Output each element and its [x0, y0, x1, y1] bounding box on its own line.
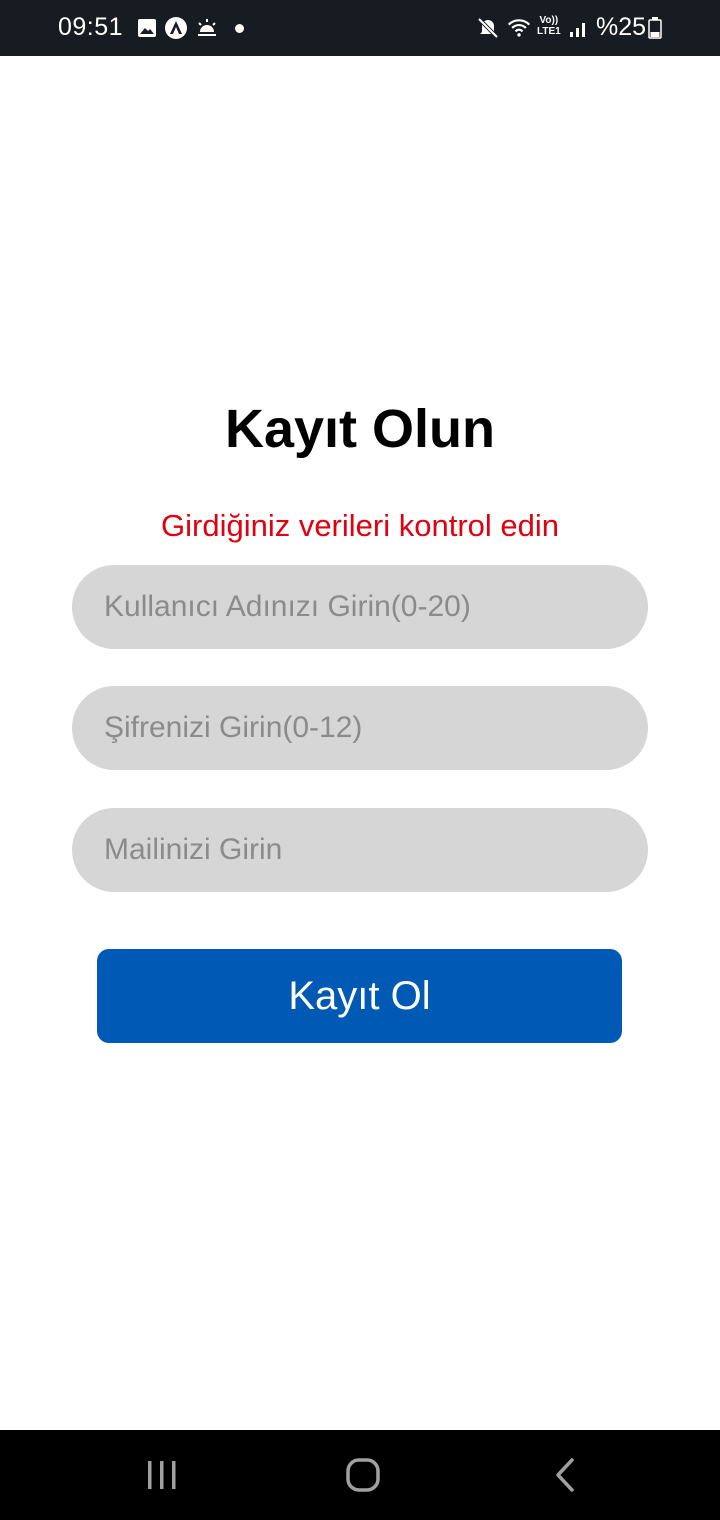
- mute-icon: [477, 17, 499, 39]
- battery-icon: [648, 17, 662, 39]
- battery-percentage: %25: [596, 13, 647, 41]
- back-icon[interactable]: [545, 1455, 585, 1495]
- volte-icon: Vo)) LTE1: [537, 15, 561, 37]
- signal-icon: [570, 23, 585, 37]
- password-field[interactable]: [72, 686, 648, 770]
- image-icon: [138, 19, 156, 37]
- navigation-bar: [0, 1430, 720, 1520]
- status-bar: 09:51 Vo)) LTE1 %25: [0, 0, 720, 56]
- home-icon[interactable]: [343, 1455, 383, 1495]
- register-button[interactable]: Kayıt Ol: [97, 949, 622, 1043]
- email-field[interactable]: [72, 808, 648, 892]
- status-time: 09:51: [58, 13, 124, 41]
- password-input[interactable]: [102, 710, 648, 746]
- wifi-icon: [507, 19, 531, 37]
- page-title: Kayıt Olun: [224, 399, 496, 459]
- error-message: Girdiğiniz verileri kontrol edin: [161, 508, 559, 543]
- weather-icon: [198, 19, 216, 36]
- app-icon: [165, 17, 187, 39]
- recent-apps-icon[interactable]: [142, 1455, 182, 1495]
- username-input[interactable]: [102, 589, 648, 625]
- email-input[interactable]: [102, 832, 648, 868]
- notification-dot: [235, 24, 244, 33]
- username-field[interactable]: [72, 565, 648, 649]
